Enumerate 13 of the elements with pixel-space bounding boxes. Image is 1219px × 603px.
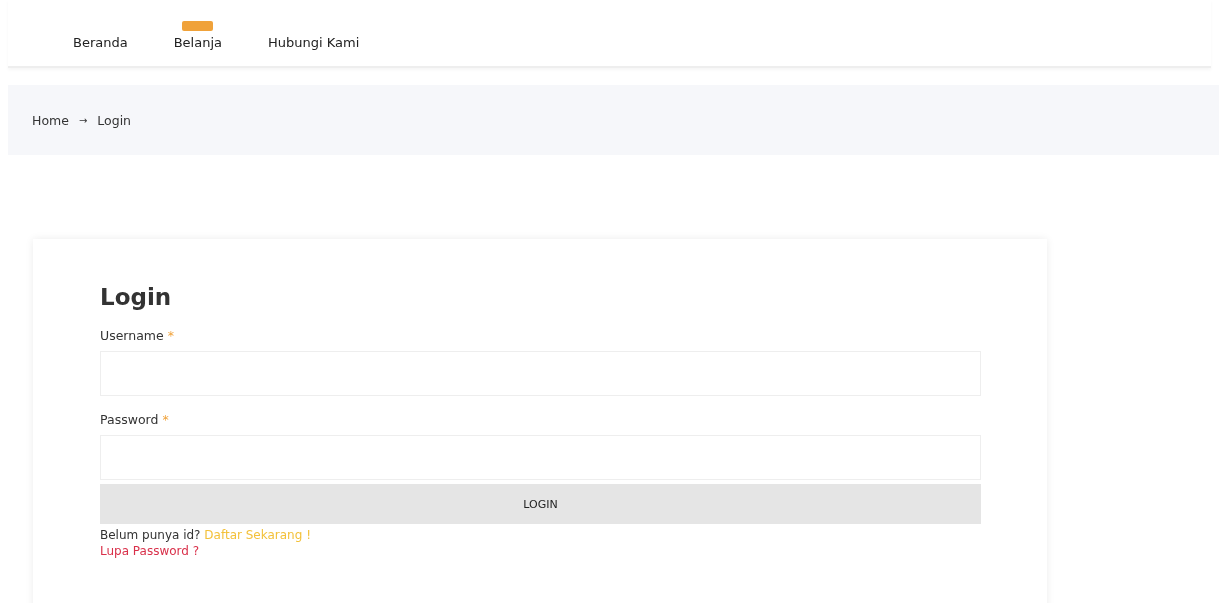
forgot-password-link[interactable]: Lupa Password ? — [100, 544, 1047, 558]
breadcrumb-current: Login — [97, 112, 132, 128]
nav-link[interactable]: Beranda — [73, 35, 128, 50]
breadcrumb-separator: → — [78, 114, 88, 126]
nav-badge — [182, 21, 214, 31]
nav-link[interactable]: Hubungi Kami — [268, 35, 360, 50]
nav-link[interactable]: Belanja — [173, 21, 222, 50]
breadcrumb-link[interactable]: Home — [32, 112, 69, 128]
login-button[interactable]: LOGIN — [100, 484, 981, 524]
field-label: Username * — [100, 328, 175, 343]
login-title: Login — [100, 284, 173, 310]
register-prompt: Belum punya id? — [100, 528, 201, 542]
field-label: Password * — [100, 412, 170, 427]
